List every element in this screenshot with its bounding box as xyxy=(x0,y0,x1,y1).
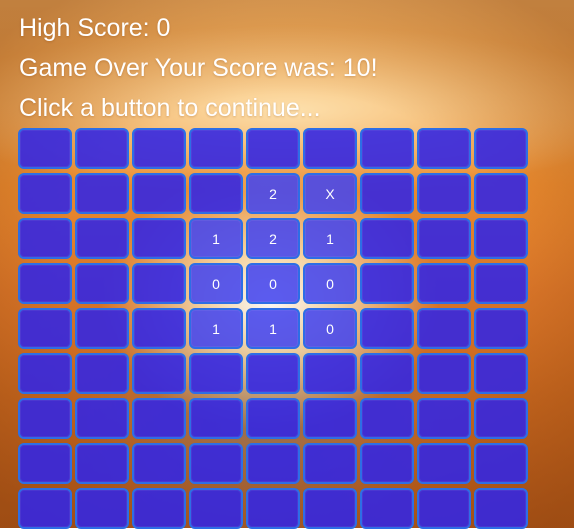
game-board: 2X121000110 xyxy=(18,128,528,529)
board-cell[interactable] xyxy=(75,263,129,304)
board-cell[interactable]: 1 xyxy=(303,218,357,259)
board-cell[interactable] xyxy=(18,398,72,439)
board-cell[interactable] xyxy=(132,353,186,394)
board-cell[interactable]: 1 xyxy=(246,308,300,349)
hud: High Score: 0 Game Over Your Score was: … xyxy=(19,8,378,128)
game-over-text: Game Over Your Score was: 10! xyxy=(19,54,378,82)
board-cell[interactable] xyxy=(189,398,243,439)
board-cell[interactable] xyxy=(75,128,129,169)
board-cell[interactable] xyxy=(18,308,72,349)
board-cell[interactable] xyxy=(18,353,72,394)
board-cell[interactable] xyxy=(303,443,357,484)
board-cell[interactable] xyxy=(417,488,471,529)
board-cell[interactable] xyxy=(246,398,300,439)
board-cell[interactable] xyxy=(303,488,357,529)
board-cell[interactable] xyxy=(246,128,300,169)
board-cell[interactable] xyxy=(189,443,243,484)
board-cell[interactable]: 0 xyxy=(303,263,357,304)
board-cell[interactable] xyxy=(75,443,129,484)
board-cell[interactable] xyxy=(18,488,72,529)
board-cell[interactable]: 1 xyxy=(189,218,243,259)
board-cell[interactable] xyxy=(75,218,129,259)
board-cell[interactable] xyxy=(303,353,357,394)
board-cell[interactable] xyxy=(246,488,300,529)
board-cell[interactable] xyxy=(132,263,186,304)
board-cell[interactable] xyxy=(360,173,414,214)
board-cell[interactable] xyxy=(360,128,414,169)
board-cell[interactable] xyxy=(18,218,72,259)
board-cell[interactable] xyxy=(75,308,129,349)
board-cell[interactable] xyxy=(189,353,243,394)
board-cell[interactable] xyxy=(417,353,471,394)
board-cell[interactable] xyxy=(132,398,186,439)
board-cell[interactable] xyxy=(474,353,528,394)
board-cell[interactable]: 0 xyxy=(189,263,243,304)
board-cell[interactable] xyxy=(132,443,186,484)
board-cell[interactable]: X xyxy=(303,173,357,214)
board-cell[interactable] xyxy=(189,488,243,529)
board-cell[interactable] xyxy=(303,398,357,439)
board-cell[interactable] xyxy=(132,128,186,169)
board-cell[interactable] xyxy=(303,128,357,169)
continue-prompt-text: Click a button to continue... xyxy=(19,94,321,122)
board-cell[interactable] xyxy=(189,173,243,214)
board-cell[interactable] xyxy=(360,308,414,349)
board-cell[interactable] xyxy=(360,353,414,394)
board-cell[interactable] xyxy=(474,398,528,439)
board-cell[interactable] xyxy=(474,308,528,349)
board-cell[interactable] xyxy=(18,128,72,169)
board-cell[interactable] xyxy=(132,308,186,349)
board-cell[interactable] xyxy=(474,173,528,214)
board-cell[interactable] xyxy=(360,218,414,259)
board-cell[interactable] xyxy=(18,173,72,214)
board-cell[interactable] xyxy=(75,398,129,439)
board-cell[interactable] xyxy=(18,443,72,484)
board-cell[interactable] xyxy=(474,263,528,304)
board-cell[interactable] xyxy=(417,263,471,304)
board-cell[interactable] xyxy=(75,488,129,529)
board-cell[interactable] xyxy=(360,488,414,529)
board-cell[interactable] xyxy=(360,263,414,304)
board-cell[interactable] xyxy=(246,443,300,484)
board-cell[interactable] xyxy=(474,488,528,529)
board-cell[interactable] xyxy=(75,353,129,394)
board-cell[interactable] xyxy=(132,173,186,214)
high-score-text: High Score: 0 xyxy=(19,14,171,42)
board-cell[interactable] xyxy=(132,488,186,529)
board-cell[interactable] xyxy=(417,128,471,169)
board-cell[interactable] xyxy=(246,353,300,394)
board-cell[interactable]: 0 xyxy=(303,308,357,349)
board-cell[interactable] xyxy=(189,128,243,169)
board-cell[interactable]: 1 xyxy=(189,308,243,349)
board-cell[interactable] xyxy=(474,128,528,169)
board-cell[interactable] xyxy=(474,218,528,259)
board-cell[interactable] xyxy=(360,443,414,484)
board-cell[interactable] xyxy=(417,218,471,259)
board-cell[interactable] xyxy=(474,443,528,484)
board-cell[interactable] xyxy=(132,218,186,259)
board-cell[interactable]: 2 xyxy=(246,173,300,214)
board-cell[interactable] xyxy=(360,398,414,439)
board-cell[interactable] xyxy=(75,173,129,214)
board-cell[interactable] xyxy=(417,443,471,484)
board-cell[interactable] xyxy=(417,173,471,214)
board-cell[interactable]: 0 xyxy=(246,263,300,304)
board-cell[interactable] xyxy=(417,398,471,439)
board-cell[interactable] xyxy=(18,263,72,304)
board-cell[interactable] xyxy=(417,308,471,349)
board-cell[interactable]: 2 xyxy=(246,218,300,259)
